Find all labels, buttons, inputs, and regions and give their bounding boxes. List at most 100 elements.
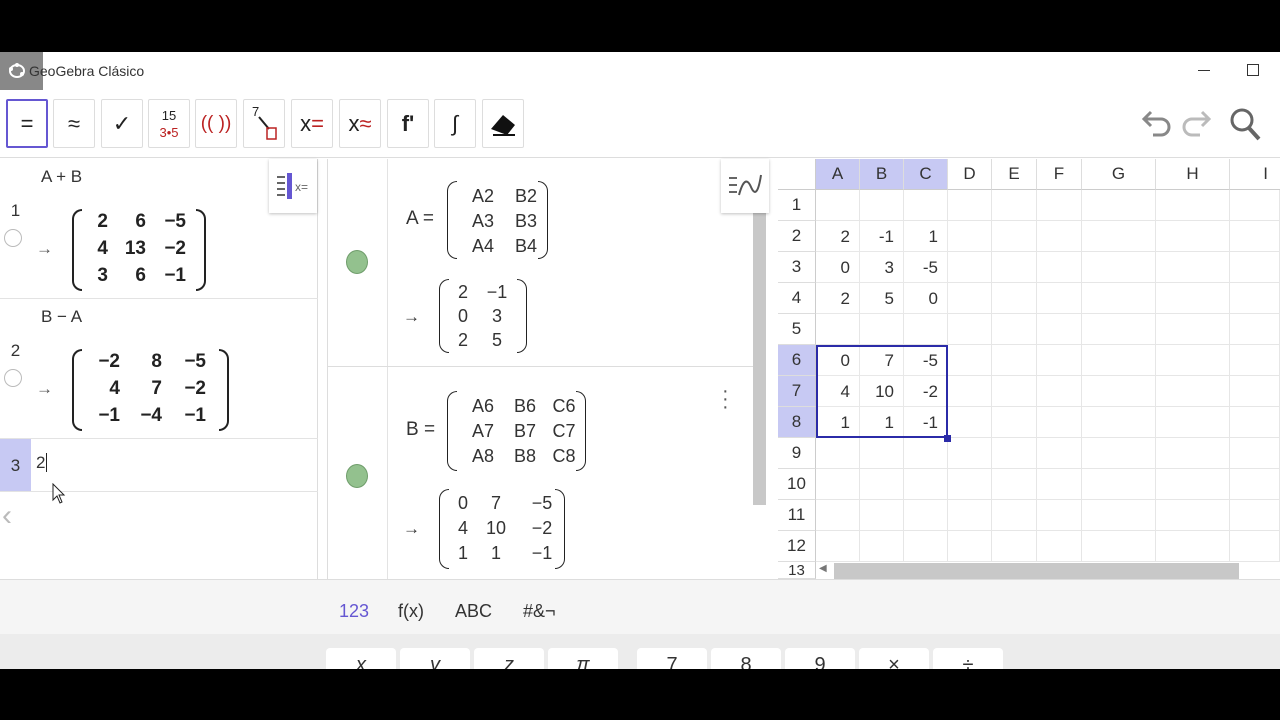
grid-cell[interactable] <box>1230 376 1280 407</box>
grid-cell[interactable] <box>992 283 1037 314</box>
row-header[interactable]: 7 <box>778 376 816 407</box>
grid-cell[interactable] <box>1230 314 1280 345</box>
grid-cell[interactable] <box>1156 252 1230 283</box>
grid-cell[interactable] <box>1230 407 1280 438</box>
grid-cell[interactable] <box>1230 190 1280 221</box>
more-options-icon[interactable]: · · · <box>722 381 729 417</box>
grid-cell[interactable] <box>1082 438 1156 469</box>
grid-cell[interactable] <box>1082 221 1156 252</box>
grid-cell[interactable] <box>1037 500 1082 531</box>
row-header[interactable]: 3 <box>778 252 816 283</box>
grid-cell[interactable] <box>904 500 948 531</box>
grid-cell[interactable] <box>1037 407 1082 438</box>
grid-cell[interactable] <box>816 190 860 221</box>
algebra-row[interactable]: 1 A + B → 2 6 −5 4 13 −2 3 6 −1 x= <box>0 159 318 299</box>
grid-cell[interactable] <box>1082 345 1156 376</box>
grid-cell[interactable] <box>1230 252 1280 283</box>
grid-cell[interactable] <box>860 531 904 562</box>
grid-cell[interactable] <box>992 252 1037 283</box>
maximize-button[interactable] <box>1247 64 1259 76</box>
cas-scroll-thumb[interactable] <box>753 207 766 505</box>
key-9[interactable]: 9 <box>785 648 855 669</box>
grid-cell[interactable] <box>1230 345 1280 376</box>
grid-cell[interactable] <box>1230 500 1280 531</box>
grid-cell[interactable] <box>992 469 1037 500</box>
grid-cell[interactable] <box>1156 407 1230 438</box>
grid-cell[interactable] <box>1037 221 1082 252</box>
undo-icon[interactable] <box>1141 106 1173 148</box>
grid-cell[interactable] <box>904 438 948 469</box>
grid-cell[interactable] <box>1082 190 1156 221</box>
grid-cell[interactable] <box>1037 531 1082 562</box>
grid-cell[interactable] <box>948 190 992 221</box>
key-z[interactable]: z <box>474 648 544 669</box>
key-8[interactable]: 8 <box>711 648 781 669</box>
grid-cell[interactable] <box>948 314 992 345</box>
delete-tool-button[interactable] <box>482 99 524 148</box>
grid-cell[interactable] <box>948 407 992 438</box>
grid-cell[interactable] <box>1082 500 1156 531</box>
grid-cell[interactable] <box>1082 407 1156 438</box>
key-divide[interactable]: ÷ <box>933 648 1003 669</box>
row-header[interactable]: 9 <box>778 438 816 469</box>
grid-cell[interactable] <box>948 438 992 469</box>
grid-cell[interactable] <box>1156 500 1230 531</box>
cell-B2[interactable]: -1 <box>860 221 904 252</box>
factor-tool-button[interactable]: 15 3•5 <box>148 99 190 148</box>
grid-cell[interactable] <box>1230 221 1280 252</box>
substitute-tool-button[interactable]: 7 <box>243 99 285 148</box>
derivative-tool-button[interactable]: f' <box>387 99 429 148</box>
grid-cell[interactable] <box>904 469 948 500</box>
numeric-tool-button[interactable]: ≈ <box>53 99 95 148</box>
grid-cell[interactable] <box>1037 438 1082 469</box>
grid-cell[interactable] <box>1156 221 1230 252</box>
grid-cell[interactable] <box>1082 314 1156 345</box>
cell-B4[interactable]: 5 <box>860 283 904 314</box>
cas-row[interactable]: A = A2 B2 A3 B3 A4 B4 → 2 −1 0 3 2 5 <box>328 159 754 367</box>
evaluate-tool-button[interactable]: = <box>6 99 48 148</box>
grid-cell[interactable] <box>1037 469 1082 500</box>
grid-cell[interactable] <box>860 314 904 345</box>
row-header[interactable]: 8 <box>778 407 816 438</box>
tab-functions[interactable]: f(x) <box>398 601 424 622</box>
tab-letters[interactable]: ABC <box>455 601 492 622</box>
scroll-left-arrow-icon[interactable]: ◀ <box>819 563 827 574</box>
row-header[interactable]: 4 <box>778 283 816 314</box>
row-header[interactable]: 12 <box>778 531 816 562</box>
keep-input-tool-button[interactable]: ✓ <box>101 99 143 148</box>
grid-cell[interactable] <box>860 438 904 469</box>
grid-cell[interactable] <box>1037 283 1082 314</box>
cell-C3[interactable]: -5 <box>904 252 948 283</box>
grid-cell[interactable] <box>1230 531 1280 562</box>
row-header[interactable]: 6 <box>778 345 816 376</box>
collapse-arrow-icon[interactable]: ‹ <box>2 499 12 533</box>
solve-tool-button[interactable]: x= <box>291 99 333 148</box>
algebra-settings-button[interactable]: x= <box>269 159 317 213</box>
grid-cell[interactable] <box>948 283 992 314</box>
key-7[interactable]: 7 <box>637 648 707 669</box>
grid-cell[interactable] <box>1082 531 1156 562</box>
column-header[interactable]: D <box>948 159 992 190</box>
grid-cell[interactable] <box>992 531 1037 562</box>
row-header[interactable]: 11 <box>778 500 816 531</box>
grid-cell[interactable] <box>860 190 904 221</box>
grid-cell[interactable] <box>1156 345 1230 376</box>
grid-cell[interactable] <box>816 531 860 562</box>
grid-cell[interactable] <box>948 531 992 562</box>
visibility-dot[interactable] <box>346 464 368 488</box>
algebra-input[interactable]: 2 <box>36 453 48 473</box>
fill-handle[interactable] <box>944 435 951 442</box>
grid-cell[interactable] <box>1156 283 1230 314</box>
grid-cell[interactable] <box>992 314 1037 345</box>
row-header[interactable]: 10 <box>778 469 816 500</box>
grid-cell[interactable] <box>1156 190 1230 221</box>
grid-cell[interactable] <box>992 345 1037 376</box>
grid-cell[interactable] <box>1156 314 1230 345</box>
integral-tool-button[interactable]: ∫ <box>434 99 476 148</box>
visibility-toggle[interactable] <box>4 369 22 387</box>
row-header[interactable]: 13 <box>778 562 816 579</box>
tab-symbols[interactable]: #&¬ <box>523 601 556 622</box>
cell-A2[interactable]: 2 <box>816 221 860 252</box>
expand-tool-button[interactable]: (( )) <box>195 99 237 148</box>
grid-cell[interactable] <box>1037 190 1082 221</box>
